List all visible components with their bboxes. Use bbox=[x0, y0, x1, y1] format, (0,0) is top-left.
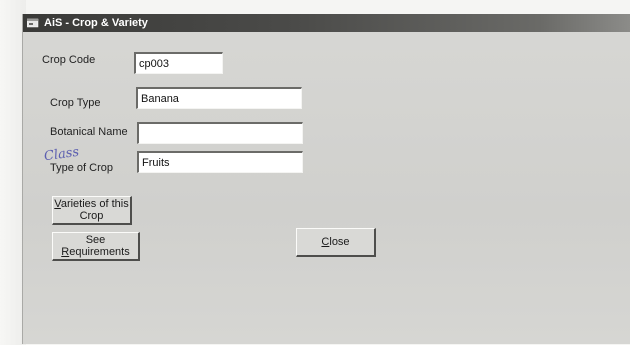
scanned-page: AiS - Crop & Variety Crop Code Crop Type… bbox=[0, 0, 630, 345]
botanical-name-label: Botanical Name bbox=[50, 126, 128, 138]
crop-type-label: Crop Type bbox=[50, 97, 101, 109]
crop-code-field[interactable] bbox=[134, 52, 223, 74]
type-of-crop-label: Type of Crop bbox=[50, 162, 113, 174]
varieties-button-line1: Varieties of this bbox=[54, 198, 129, 210]
varieties-button-line2: Crop bbox=[79, 210, 104, 222]
crop-code-label: Crop Code bbox=[42, 54, 96, 66]
title-bar[interactable]: AiS - Crop & Variety bbox=[23, 14, 630, 32]
close-button[interactable]: Close bbox=[296, 228, 376, 257]
botanical-name-field[interactable] bbox=[137, 122, 303, 144]
window-title: AiS - Crop & Variety bbox=[44, 17, 148, 29]
close-button-label: Close bbox=[321, 236, 350, 248]
app-icon bbox=[26, 18, 39, 28]
see-requirements-button[interactable]: See Requirements bbox=[52, 232, 140, 261]
varieties-of-crop-button[interactable]: Varieties of this Crop bbox=[52, 196, 132, 225]
type-of-crop-field[interactable] bbox=[137, 151, 303, 173]
requirements-button-line2: Requirements bbox=[61, 246, 130, 258]
crop-variety-window: AiS - Crop & Variety Crop Code Crop Type… bbox=[22, 14, 630, 344]
crop-type-field[interactable] bbox=[136, 87, 302, 109]
requirements-button-line1: See bbox=[85, 234, 106, 246]
